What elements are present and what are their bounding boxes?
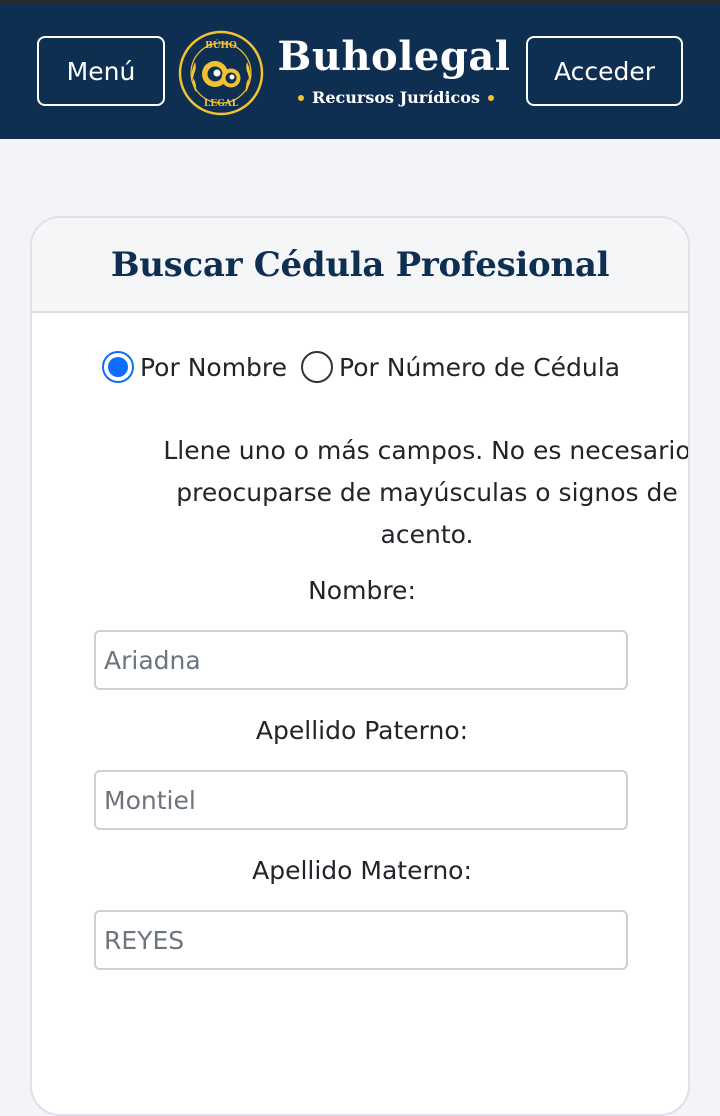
card-header: Buscar Cédula Profesional [32, 218, 688, 313]
first-name-label: Nombre: [308, 576, 416, 605]
brand-name[interactable]: Buholegal [274, 33, 514, 80]
search-card: Buscar Cédula Profesional Por Nombre Por… [30, 216, 690, 1116]
logo-text-bottom: LEGAL [204, 99, 239, 109]
paternal-surname-input[interactable] [94, 770, 628, 830]
menu-button[interactable]: Menú [37, 36, 165, 106]
login-button[interactable]: Acceder [526, 36, 683, 106]
search-mode-radio-group: Por Nombre Por Número de Cédula [102, 351, 634, 383]
radio-label-by-number: Por Número de Cédula [339, 352, 621, 382]
tagline-dot-left [298, 94, 305, 101]
top-navbar: Menú BÚHO LEGAL Buholegal Recursos Juríd… [0, 0, 720, 139]
help-text: Llene uno o más campos. No es necesario … [163, 436, 690, 549]
buholegal-owl-logo[interactable]: BÚHO LEGAL [178, 30, 264, 116]
radio-by-name[interactable] [102, 351, 134, 383]
radio-option-by-name[interactable]: Por Nombre [102, 351, 287, 383]
paternal-surname-label: Apellido Paterno: [255, 716, 469, 745]
radio-option-by-number[interactable]: Por Número de Cédula [301, 351, 620, 383]
maternal-surname-input[interactable] [94, 910, 628, 970]
brand-tagline: Recursos Jurídicos [276, 88, 516, 107]
tagline-text: Recursos Jurídicos [312, 88, 480, 107]
card-title: Buscar Cédula Profesional [110, 244, 610, 285]
logo-text-top: BÚHO [205, 39, 237, 51]
maternal-surname-label: Apellido Materno: [252, 856, 472, 885]
tagline-dot-right [487, 94, 494, 101]
first-name-input[interactable] [94, 630, 628, 690]
radio-by-number[interactable] [301, 351, 334, 383]
radio-label-by-name: Por Nombre [140, 352, 288, 382]
